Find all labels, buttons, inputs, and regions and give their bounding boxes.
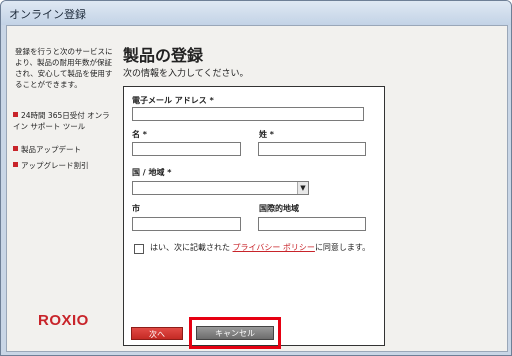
sidebar-item-support[interactable]: 24時間 365日受付 オンライン サポート ツール bbox=[13, 110, 115, 132]
registration-form: 電子メール アドレス * 名 * 姓 * 国 / 地域 * ▼ 市 国際的地域 … bbox=[123, 86, 385, 346]
page-title: 製品の登録 bbox=[123, 46, 204, 65]
privacy-policy-link[interactable]: プライバシー ポリシー bbox=[233, 243, 315, 252]
sidebar-item-label: アップグレード割引 bbox=[21, 161, 89, 170]
sidebar-item-upgrade[interactable]: アップグレード割引 bbox=[13, 160, 115, 171]
consent-checkbox[interactable] bbox=[134, 244, 144, 254]
bullet-icon bbox=[13, 112, 18, 117]
intl-area-label: 国際的地域 bbox=[259, 204, 299, 213]
next-button[interactable]: 次へ bbox=[131, 327, 183, 340]
registration-window: オンライン登録 登録を行うと次のサービスにより、製品の耐用年数が保証され、安心し… bbox=[0, 0, 512, 356]
last-name-field[interactable] bbox=[258, 142, 366, 156]
sidebar-description: 登録を行うと次のサービスにより、製品の耐用年数が保証され、安心して製品を使用する… bbox=[15, 47, 113, 89]
window-title: オンライン登録 bbox=[9, 8, 86, 21]
consent-text: はい、次に記載された プライバシー ポリシーに同意します。 bbox=[150, 242, 370, 253]
intl-area-field[interactable] bbox=[258, 217, 366, 231]
roxio-logo: ROXIO bbox=[38, 312, 89, 329]
first-name-field[interactable] bbox=[132, 142, 241, 156]
sidebar-item-updates[interactable]: 製品アップデート bbox=[13, 144, 115, 155]
email-label: 電子メール アドレス * bbox=[132, 96, 214, 105]
bullet-icon bbox=[13, 146, 18, 151]
chevron-down-icon[interactable]: ▼ bbox=[297, 182, 308, 194]
bullet-icon bbox=[13, 162, 18, 167]
cancel-button[interactable]: キャンセル bbox=[196, 326, 274, 340]
consent-suffix: に同意します。 bbox=[314, 243, 371, 252]
page-subtitle: 次の情報を入力してください。 bbox=[123, 69, 249, 79]
email-field[interactable] bbox=[132, 107, 364, 121]
sidebar-item-label: 製品アップデート bbox=[21, 145, 81, 154]
title-bar: オンライン登録 bbox=[1, 1, 511, 25]
sidebar-item-label: 24時間 365日受付 オンライン サポート ツール bbox=[13, 111, 110, 131]
city-label: 市 bbox=[132, 204, 140, 213]
consent-prefix: はい、次に記載された bbox=[150, 243, 230, 252]
country-label: 国 / 地域 * bbox=[132, 168, 172, 177]
country-select[interactable]: ▼ bbox=[132, 181, 309, 195]
content-area: 登録を行うと次のサービスにより、製品の耐用年数が保証され、安心して製品を使用する… bbox=[6, 25, 508, 352]
last-name-label: 姓 * bbox=[259, 130, 274, 139]
first-name-label: 名 * bbox=[132, 130, 147, 139]
city-field[interactable] bbox=[132, 217, 241, 231]
